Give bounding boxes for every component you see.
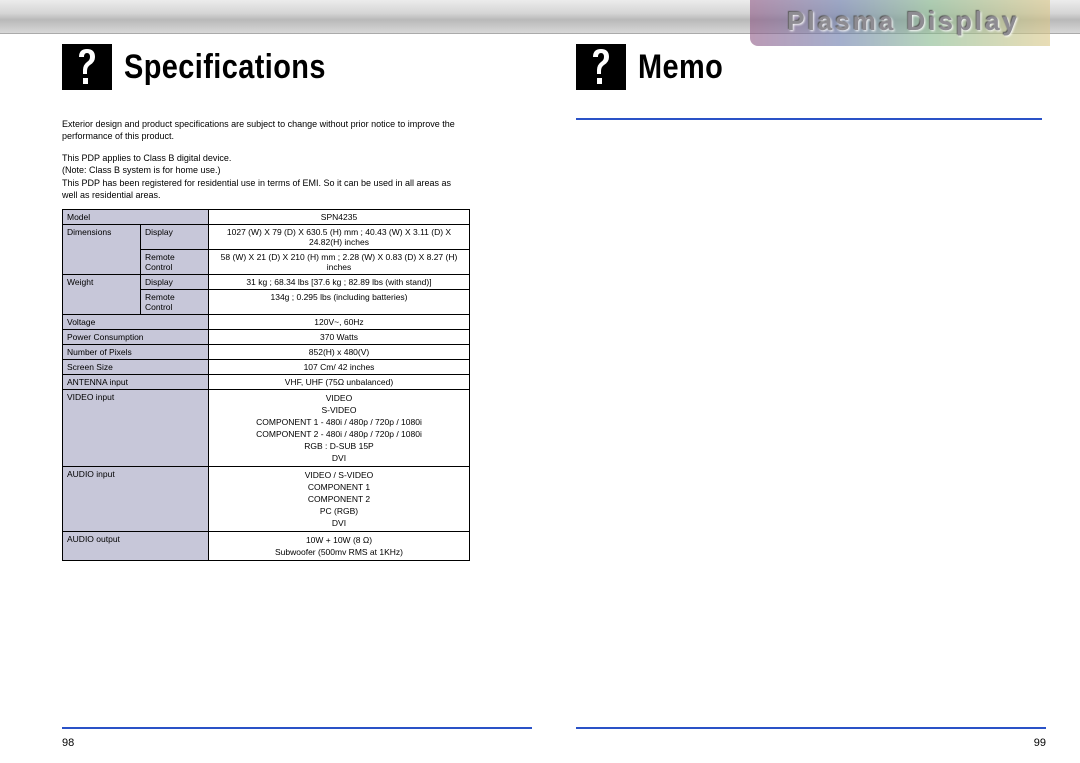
label-video-in: VIDEO input [63, 389, 209, 466]
value-dim-display: 1027 (W) X 79 (D) X 630.5 (H) mm ; 40.43… [209, 224, 470, 249]
table-row: ANTENNA input VHF, UHF (75Ω unbalanced) [63, 374, 470, 389]
question-icon [62, 44, 112, 90]
table-row: Dimensions Display 1027 (W) X 79 (D) X 6… [63, 224, 470, 249]
brand-title: Plasma Display [787, 6, 1020, 37]
label-model: Model [63, 209, 209, 224]
memo-divider [576, 118, 1042, 120]
label-audio-in: AUDIO input [63, 466, 209, 531]
table-row: Power Consumption 370 Watts [63, 329, 470, 344]
table-row: Weight Display 31 kg ; 68.34 lbs [37.6 k… [63, 274, 470, 289]
page-number-left: 98 [62, 737, 74, 749]
value-voltage: 120V~, 60Hz [209, 314, 470, 329]
page-number-right: 99 [1034, 737, 1046, 749]
label-dim-remote: Remote Control [141, 249, 209, 274]
value-power: 370 Watts [209, 329, 470, 344]
footer-rule-left [62, 727, 532, 729]
label-weight: Weight [63, 274, 141, 314]
label-voltage: Voltage [63, 314, 209, 329]
question-icon [576, 44, 626, 90]
label-dimensions: Dimensions [63, 224, 141, 274]
label-dim-display: Display [141, 224, 209, 249]
table-row: AUDIO output 10W + 10W (8 Ω) Subwoofer (… [63, 531, 470, 560]
value-screen: 107 Cm/ 42 inches [209, 359, 470, 374]
label-wt-display: Display [141, 274, 209, 289]
specifications-title: Specifications [124, 48, 326, 87]
value-video-in: VIDEO S-VIDEO COMPONENT 1 - 480i / 480p … [209, 389, 470, 466]
memo-header: Memo [576, 44, 1046, 90]
memo-title: Memo [638, 48, 723, 87]
value-antenna: VHF, UHF (75Ω unbalanced) [209, 374, 470, 389]
footer-rule-right [576, 727, 1046, 729]
label-screen: Screen Size [63, 359, 209, 374]
label-power: Power Consumption [63, 329, 209, 344]
specifications-table: Model SPN4235 Dimensions Display 1027 (W… [62, 209, 470, 561]
value-audio-out: 10W + 10W (8 Ω) Subwoofer (500mv RMS at … [209, 531, 470, 560]
value-audio-in: VIDEO / S-VIDEO COMPONENT 1 COMPONENT 2 … [209, 466, 470, 531]
specifications-header: Specifications [62, 44, 532, 90]
table-row: VIDEO input VIDEO S-VIDEO COMPONENT 1 - … [63, 389, 470, 466]
label-pixels: Number of Pixels [63, 344, 209, 359]
value-model: SPN4235 [209, 209, 470, 224]
table-row: Model SPN4235 [63, 209, 470, 224]
right-page: Memo [576, 44, 1046, 120]
value-pixels: 852(H) x 480(V) [209, 344, 470, 359]
label-wt-remote: Remote Control [141, 289, 209, 314]
value-dim-remote: 58 (W) X 21 (D) X 210 (H) mm ; 2.28 (W) … [209, 249, 470, 274]
label-antenna: ANTENNA input [63, 374, 209, 389]
table-row: Number of Pixels 852(H) x 480(V) [63, 344, 470, 359]
table-row: AUDIO input VIDEO / S-VIDEO COMPONENT 1 … [63, 466, 470, 531]
table-row: Voltage 120V~, 60Hz [63, 314, 470, 329]
note-text: This PDP applies to Class B digital devi… [62, 152, 462, 201]
table-row: Screen Size 107 Cm/ 42 inches [63, 359, 470, 374]
label-audio-out: AUDIO output [63, 531, 209, 560]
left-page: Specifications Exterior design and produ… [62, 44, 532, 561]
intro-text: Exterior design and product specificatio… [62, 118, 462, 142]
value-wt-display: 31 kg ; 68.34 lbs [37.6 kg ; 82.89 lbs (… [209, 274, 470, 289]
value-wt-remote: 134g ; 0.295 lbs (including batteries) [209, 289, 470, 314]
